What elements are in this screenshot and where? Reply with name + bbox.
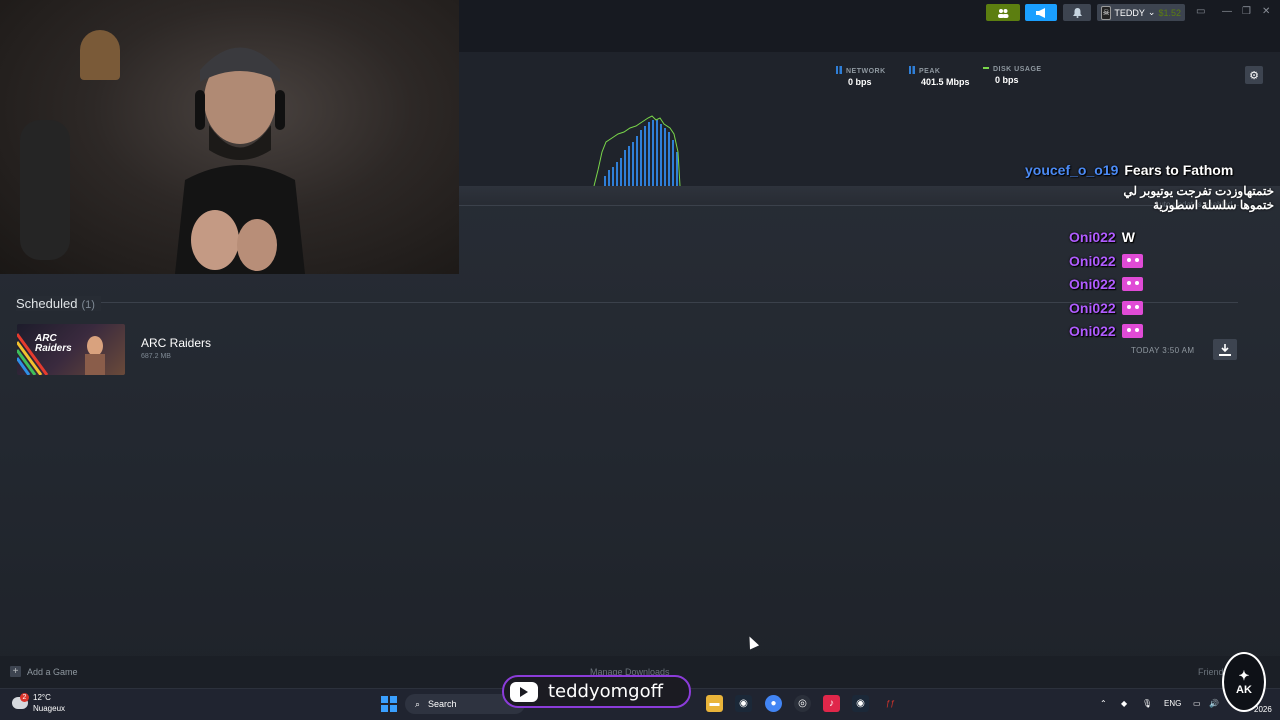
emblem-text: AK — [1236, 684, 1252, 696]
obs-icon[interactable]: ◎ — [794, 695, 811, 712]
download-button[interactable] — [1213, 339, 1237, 360]
chat-message: Oni022 W — [1069, 229, 1135, 245]
maximize-icon[interactable]: ❐ — [1242, 6, 1251, 17]
weather-widget[interactable]: 2 12°C Nuageux — [12, 692, 65, 714]
search-icon: ⌕ — [415, 698, 421, 709]
megaphone-icon — [1036, 7, 1045, 18]
microphone-icon[interactable]: 🎙 — [1142, 699, 1152, 708]
youtube-icon — [510, 681, 538, 702]
network-stat: NETWORK 0 bps — [836, 66, 886, 87]
plus-icon: + — [10, 666, 21, 677]
cloud-icon: 2 — [12, 693, 29, 709]
network-icon[interactable]: ▭ — [1193, 699, 1201, 708]
weather-alert-badge: 2 — [20, 693, 29, 702]
app-icon[interactable]: ƒƒ — [882, 695, 899, 712]
disk-legend-icon — [983, 67, 989, 69]
chat-username: Oni022 — [1069, 300, 1116, 316]
user-menu[interactable]: ☠ TEDDY ⌄ $1.52 — [1097, 4, 1185, 21]
chat-message: youcef_o_o19 Fears to Fathom — [1025, 162, 1233, 178]
youtube-channel-badge: teddyomgoff — [502, 675, 691, 708]
disk-usage-stat: DISK USAGE 0 bps — [983, 66, 1042, 85]
notifications-button[interactable] — [1063, 4, 1091, 21]
language-indicator[interactable]: ENG — [1164, 699, 1181, 708]
close-icon[interactable]: ✕ — [1262, 6, 1270, 17]
chat-message: Oni022 — [1069, 323, 1143, 339]
game-size: 687.2 MB — [141, 353, 171, 360]
disk-label: DISK USAGE — [993, 66, 1042, 73]
eagle-icon: ✦ — [1238, 668, 1250, 683]
chat-text: Fears to Fathom — [1124, 162, 1234, 178]
mouse-cursor-icon — [744, 634, 760, 650]
chat-message: Oni022 — [1069, 300, 1143, 316]
peak-legend-icon — [909, 66, 915, 74]
channel-name: teddyomgoff — [548, 681, 664, 702]
scheduled-divider — [16, 302, 1238, 303]
friends-icon — [998, 8, 1009, 18]
gear-icon: ⚙ — [1249, 69, 1259, 82]
minimize-icon[interactable]: — — [1222, 6, 1232, 17]
chevron-down-icon: ⌄ — [1147, 7, 1156, 17]
discord-icon[interactable]: ◆ — [1121, 699, 1127, 708]
chat-text-arabic: ختمتهاوزدت تفرجت يوتيوبر لي ختموها سلسلة… — [1123, 184, 1274, 212]
peak-label: PEAK — [919, 68, 941, 75]
big-picture-icon[interactable]: ▭ — [1196, 6, 1205, 17]
peak-value: 401.5 Mbps — [921, 77, 970, 87]
chat-emote-icon — [1121, 277, 1143, 291]
username: TEDDY — [1114, 7, 1145, 18]
temperature: 12°C — [33, 693, 51, 702]
music-icon[interactable]: ♪ — [823, 695, 840, 712]
network-value: 0 bps — [848, 77, 872, 87]
chat-username: Oni022 — [1069, 323, 1116, 339]
steam-icon[interactable]: ◉ — [852, 695, 869, 712]
wallet-balance: $1.52 — [1158, 7, 1181, 18]
disk-value: 0 bps — [995, 75, 1019, 85]
chrome-icon[interactable]: ● — [765, 695, 782, 712]
announcements-button[interactable] — [1025, 4, 1057, 21]
add-game-button[interactable]: + Add a Game — [10, 666, 78, 677]
network-graph — [593, 115, 681, 186]
network-legend-icon — [836, 66, 842, 74]
game-thumbnail[interactable]: ARC Raiders — [17, 324, 125, 375]
volume-icon[interactable]: 🔊 — [1209, 699, 1219, 708]
microphone-image — [20, 120, 70, 260]
chevron-up-icon[interactable]: ⌃ — [1100, 699, 1107, 708]
scheduled-time: TODAY 3:50 AM — [1131, 346, 1195, 355]
avatar: ☠ — [1101, 5, 1112, 20]
scheduled-count: (1) — [81, 299, 95, 311]
chat-username: Oni022 — [1069, 253, 1116, 269]
search-label: Search — [428, 699, 457, 709]
streamer-webcam-image — [175, 47, 305, 274]
scheduled-label: Scheduled — [16, 296, 78, 311]
hat-image — [80, 30, 120, 80]
chat-text: W — [1121, 229, 1135, 245]
chat-username: Oni022 — [1069, 229, 1116, 245]
chat-emote-icon — [1121, 324, 1143, 338]
add-game-label: Add a Game — [27, 666, 78, 677]
chat-emote-icon — [1121, 254, 1143, 268]
game-logo-text: ARC Raiders — [35, 333, 72, 354]
scheduled-header: Scheduled (1) — [16, 296, 101, 311]
friends-button[interactable] — [986, 4, 1020, 21]
chat-emote-icon — [1121, 301, 1143, 315]
channel-emblem: ✦ AK — [1222, 652, 1266, 712]
bell-icon — [1072, 7, 1082, 18]
network-label: NETWORK — [846, 68, 886, 75]
start-button[interactable] — [381, 696, 397, 712]
chat-username: Oni022 — [1069, 276, 1116, 292]
file-explorer-icon[interactable]: ▬ — [706, 695, 723, 712]
settings-button[interactable]: ⚙ — [1245, 66, 1263, 84]
steam-icon[interactable]: ◉ — [735, 695, 752, 712]
webcam-overlay — [0, 0, 459, 274]
chat-message: Oni022 — [1069, 253, 1143, 269]
download-icon — [1219, 343, 1231, 356]
chat-message: Oni022 — [1069, 276, 1143, 292]
peak-stat: PEAK 401.5 Mbps — [909, 66, 970, 87]
game-title[interactable]: ARC Raiders — [141, 336, 211, 350]
chat-username: youcef_o_o19 — [1025, 162, 1119, 178]
weather-condition: Nuageux — [33, 704, 66, 713]
